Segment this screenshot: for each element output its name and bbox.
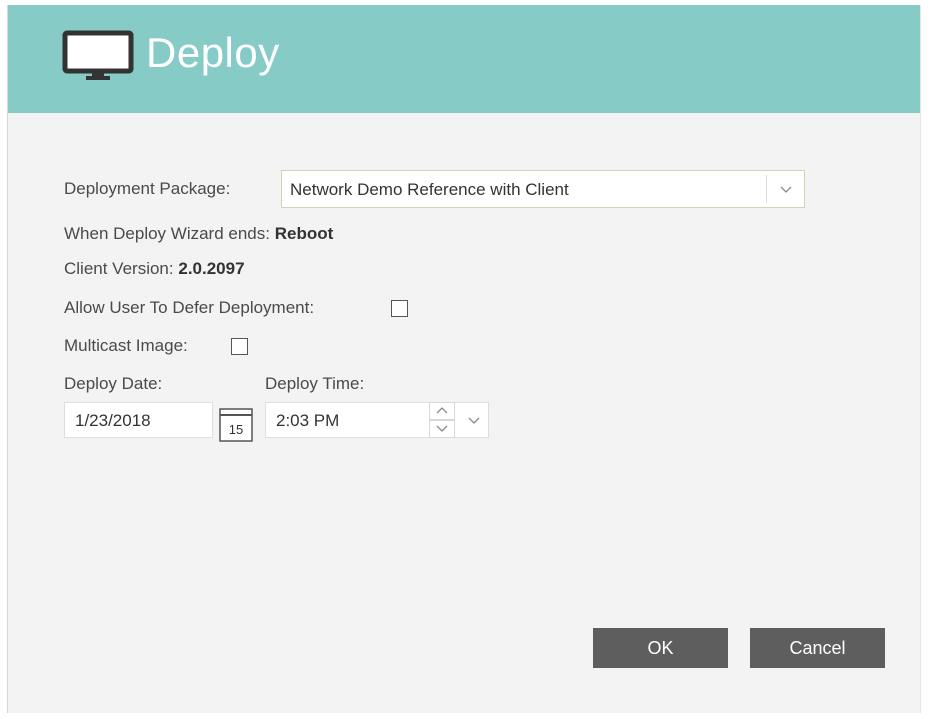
deploy-time-label: Deploy Time: (265, 374, 365, 393)
multicast-label: Multicast Image: (64, 336, 188, 355)
client-version-label: Client Version: (64, 259, 174, 278)
client-version-row: Client Version: 2.0.2097 (64, 259, 245, 279)
dialog-header: Deploy (8, 5, 920, 113)
deployment-package-select[interactable]: Network Demo Reference with Client (281, 170, 805, 208)
wizard-ends-label: When Deploy Wizard ends: (64, 224, 270, 243)
deploy-time-value: 2:03 PM (276, 411, 340, 430)
client-version-value: 2.0.2097 (178, 259, 245, 278)
deploy-date-label: Deploy Date: (64, 374, 163, 393)
cancel-button[interactable]: Cancel (750, 628, 885, 668)
time-spinner[interactable] (429, 402, 455, 438)
wizard-ends-value: Reboot (274, 224, 334, 243)
calendar-icon-day: 15 (229, 422, 243, 437)
deploy-time-input[interactable]: 2:03 PM (265, 402, 489, 438)
allow-defer-label: Allow User To Defer Deployment: (64, 298, 315, 317)
deploy-dialog: Deploy Deployment Package: Network Demo … (7, 5, 921, 713)
calendar-icon[interactable]: 15 (218, 407, 254, 443)
monitor-icon (62, 30, 134, 80)
ok-button[interactable]: OK (593, 628, 728, 668)
deploy-date-input[interactable]: 1/23/2018 (64, 402, 213, 438)
select-separator (766, 175, 767, 203)
allow-defer-checkbox[interactable] (391, 300, 408, 317)
wizard-ends-row: When Deploy Wizard ends: Reboot (64, 224, 333, 244)
deployment-package-value: Network Demo Reference with Client (290, 180, 569, 199)
time-chevron-down-icon[interactable] (465, 411, 483, 429)
dialog-title: Deploy (146, 29, 280, 76)
chevron-down-icon[interactable] (776, 179, 796, 199)
deployment-package-label: Deployment Package: (64, 179, 231, 198)
multicast-checkbox[interactable] (231, 338, 248, 355)
deploy-date-value: 1/23/2018 (75, 411, 151, 430)
